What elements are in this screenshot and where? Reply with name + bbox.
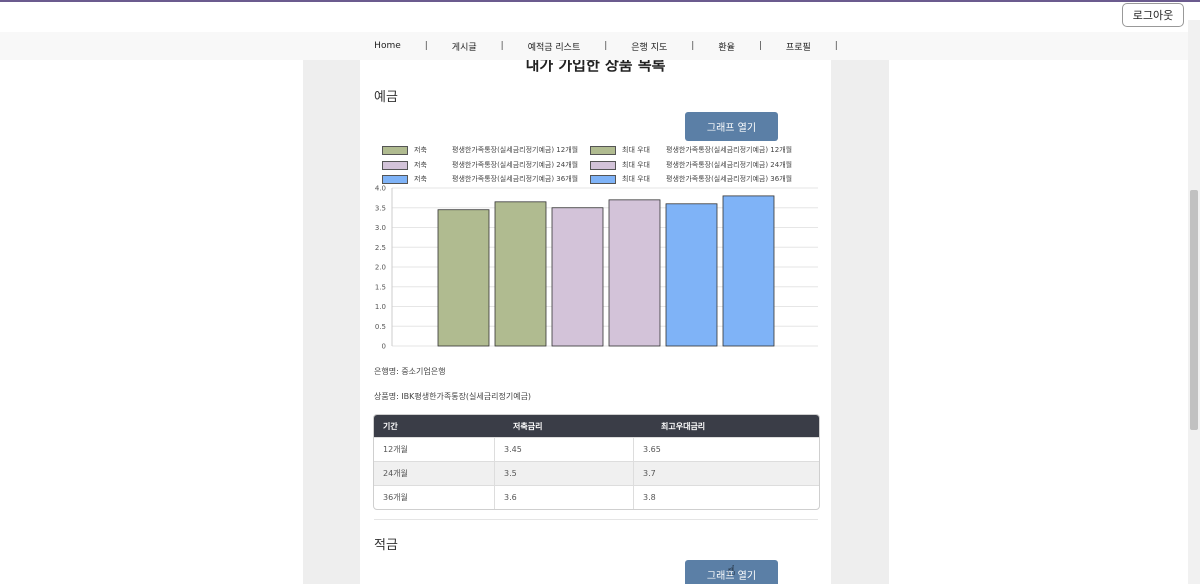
legend-label: 저축 bbox=[414, 146, 427, 154]
page-title: 내가 가입한 상품 목록 bbox=[525, 60, 666, 74]
column-header: 저축금리 bbox=[513, 421, 543, 431]
scrollbar-thumb[interactable] bbox=[1190, 190, 1198, 430]
table-cell: 3.45 bbox=[495, 438, 634, 461]
window-top-border bbox=[0, 0, 1200, 2]
legend-swatch bbox=[590, 160, 616, 170]
product-name: 상품명: IBK평생한가족통장(실세금리정기예금) bbox=[374, 392, 532, 401]
nav-deposit-list[interactable]: 예적금 리스트 bbox=[504, 40, 605, 53]
table-cell: 3.7 bbox=[643, 469, 656, 478]
legend-product: 평생한가족통장(실세금리정기예금) 24개월 bbox=[452, 161, 579, 169]
deposit-section-title: 예금 bbox=[374, 90, 398, 105]
savings-section-title: 적금 bbox=[374, 538, 398, 553]
chart-bar[interactable] bbox=[608, 199, 661, 347]
legend-item[interactable]: 저축 평생한가족통장(실세금리정기예금) 36개월 bbox=[382, 174, 578, 184]
chart-bar[interactable] bbox=[551, 207, 604, 347]
nav-profile[interactable]: 프로필 bbox=[762, 40, 835, 53]
nav-board[interactable]: 게시글 bbox=[428, 40, 501, 53]
y-tick-label: 3.0 bbox=[375, 224, 386, 232]
table-cell: 12개월 bbox=[374, 438, 495, 461]
y-tick-label: 0.5 bbox=[375, 323, 386, 331]
y-tick-label: 3.5 bbox=[375, 204, 386, 212]
legend-swatch bbox=[590, 174, 616, 184]
chart-bar[interactable] bbox=[494, 201, 547, 347]
y-tick-label: 1.0 bbox=[375, 303, 386, 311]
table-cell: 3.6 bbox=[495, 486, 634, 509]
nav-bar: Home | 게시글 | 예적금 리스트 | 은행 지도 | 환율 | 프로필 … bbox=[0, 32, 1188, 60]
column-header: 기간 bbox=[383, 421, 398, 431]
table-row: 24개월 3.5 3.7 bbox=[374, 461, 819, 485]
table-cell: 3.5 bbox=[495, 462, 634, 485]
y-tick-label: 1.5 bbox=[375, 283, 386, 291]
deposit-graph-button[interactable]: 그래프 열기 bbox=[685, 112, 778, 141]
main-content: 내가 가입한 상품 목록 예금 그래프 열기 저축 평생한가족통장(실세금리정기… bbox=[360, 60, 831, 584]
bank-name: 은행명: 중소기업은행 bbox=[374, 367, 446, 376]
legend-label: 최대 우대 bbox=[622, 175, 650, 183]
legend-product: 평생한가족통장(실세금리정기예금) 12개월 bbox=[666, 146, 793, 154]
nav-exchange[interactable]: 환율 bbox=[694, 40, 759, 53]
legend-label: 최대 우대 bbox=[622, 161, 650, 169]
y-tick-label: 0 bbox=[382, 343, 386, 351]
legend-item[interactable]: 저축 평생한가족통장(실세금리정기예금) 24개월 bbox=[382, 160, 578, 170]
table-header: 기간 저축금리 최고우대금리 bbox=[374, 415, 819, 437]
legend-item[interactable]: 저축 평생한가족통장(실세금리정기예금) 12개월 bbox=[382, 145, 578, 155]
legend-item[interactable]: 최대 우대 평생한가족통장(실세금리정기예금) 12개월 bbox=[590, 145, 792, 155]
mouse-cursor-icon: ☝ bbox=[727, 563, 736, 579]
left-gutter bbox=[303, 60, 360, 584]
column-header: 최고우대금리 bbox=[661, 421, 706, 431]
legend-product: 평생한가족통장(실세금리정기예금) 36개월 bbox=[452, 175, 579, 183]
chart-bar[interactable] bbox=[665, 203, 718, 347]
legend-swatch bbox=[382, 145, 408, 155]
legend-product: 평생한가족통장(실세금리정기예금) 12개월 bbox=[452, 146, 579, 154]
table-cell: 36개월 bbox=[374, 486, 495, 509]
legend-label: 저축 bbox=[414, 175, 427, 183]
section-divider bbox=[374, 519, 818, 520]
table-cell: 3.65 bbox=[643, 445, 661, 454]
legend-product: 평생한가족통장(실세금리정기예금) 36개월 bbox=[666, 175, 793, 183]
nav-bank-map[interactable]: 은행 지도 bbox=[607, 40, 691, 53]
chart-bar[interactable] bbox=[722, 195, 775, 347]
table-row: 12개월 3.45 3.65 bbox=[374, 437, 819, 461]
y-tick-label: 2.0 bbox=[375, 264, 386, 272]
legend-label: 최대 우대 bbox=[622, 146, 650, 154]
y-tick-label: 4.0 bbox=[375, 185, 386, 193]
legend-swatch bbox=[590, 145, 616, 155]
table-cell: 24개월 bbox=[374, 462, 495, 485]
legend-item[interactable]: 최대 우대 평생한가족통장(실세금리정기예금) 24개월 bbox=[590, 160, 792, 170]
logout-button[interactable]: 로그아웃 bbox=[1122, 3, 1184, 27]
legend-label: 저축 bbox=[414, 161, 427, 169]
rate-table: 기간 저축금리 최고우대금리 12개월 3.45 3.65 24개월 3.5 3… bbox=[373, 414, 820, 510]
right-gutter bbox=[831, 60, 889, 584]
legend-item[interactable]: 최대 우대 평생한가족통장(실세금리정기예금) 36개월 bbox=[590, 174, 792, 184]
deposit-rate-chart: 0 0.5 1.0 1.5 2.0 2.5 3.0 3.5 4.0 bbox=[375, 185, 818, 351]
nav-separator: | bbox=[834, 41, 838, 51]
table-row: 36개월 3.6 3.8 bbox=[374, 485, 819, 509]
chart-bar[interactable] bbox=[437, 209, 490, 347]
nav-home[interactable]: Home bbox=[350, 41, 425, 51]
y-tick-label: 2.5 bbox=[375, 244, 386, 252]
table-cell: 3.8 bbox=[643, 493, 656, 502]
legend-swatch bbox=[382, 160, 408, 170]
legend-product: 평생한가족통장(실세금리정기예금) 24개월 bbox=[666, 161, 793, 169]
legend-swatch bbox=[382, 174, 408, 184]
